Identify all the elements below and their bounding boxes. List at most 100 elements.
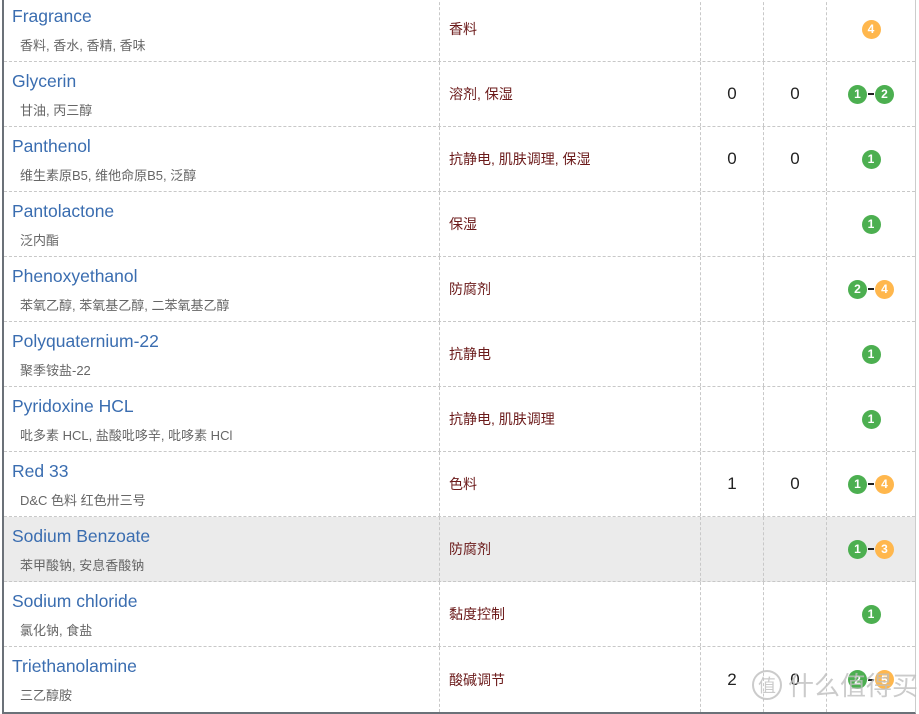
ingredient-cell: Polyquaternium-22 聚季铵盐-22	[4, 322, 440, 386]
value-cell-1: 1	[701, 452, 764, 516]
rating-badge: 2	[848, 279, 867, 299]
safety-rating-cell: 4	[827, 0, 915, 61]
function-text: 防腐剂	[449, 281, 491, 297]
ingredient-name-link[interactable]: Sodium chloride	[12, 591, 439, 612]
function-text: 保湿	[449, 216, 477, 232]
ingredient-aliases: 苯氧乙醇, 苯氧基乙醇, 二苯氧基乙醇	[20, 298, 230, 313]
ingredient-aliases: 吡多素 HCL, 盐酸吡哆辛, 吡哆素 HCl	[20, 428, 233, 443]
watermark: 值 什么值得买	[752, 666, 918, 703]
value-cell-2: 0	[764, 62, 827, 126]
value-cell-2: 0	[764, 127, 827, 191]
safety-rating-cell: 1	[827, 582, 915, 646]
ingredient-cell: Triethanolamine 三乙醇胺	[4, 647, 440, 712]
rating-badge: 1	[848, 84, 867, 104]
table-row: Sodium chloride 氯化钠, 食盐 黏度控制 1	[4, 582, 915, 647]
value-cell-1	[701, 582, 764, 646]
range-dash	[868, 288, 874, 290]
ingredient-cell: Sodium chloride 氯化钠, 食盐	[4, 582, 440, 646]
safety-rating-cell: 14	[827, 452, 915, 516]
function-cell: 防腐剂	[440, 517, 701, 581]
value-cell-1	[701, 387, 764, 451]
function-cell: 抗静电, 肌肤调理	[440, 387, 701, 451]
value-2: 0	[790, 474, 800, 493]
table-row: Pantolactone 泛内酯 保湿 1	[4, 192, 915, 257]
rating-badge: 1	[848, 539, 867, 559]
watermark-text: 什么值得买	[788, 671, 919, 701]
ingredient-cell: Pantolactone 泛内酯	[4, 192, 440, 256]
value-2: 0	[790, 149, 800, 168]
ingredient-aliases: 维生素原B5, 维他命原B5, 泛醇	[20, 168, 197, 183]
ingredient-name-link[interactable]: Glycerin	[12, 71, 439, 92]
function-cell: 保湿	[440, 192, 701, 256]
table-row: Panthenol 维生素原B5, 维他命原B5, 泛醇 抗静电, 肌肤调理, …	[4, 127, 915, 192]
value-cell-2	[764, 192, 827, 256]
table-row: Glycerin 甘油, 丙三醇 溶剂, 保湿 0 0 12	[4, 62, 915, 127]
ingredient-aliases: 苯甲酸钠, 安息香酸钠	[20, 558, 145, 573]
function-cell: 防腐剂	[440, 257, 701, 321]
value-cell-2: 0	[764, 452, 827, 516]
value-cell-1	[701, 257, 764, 321]
ingredient-name-link[interactable]: Phenoxyethanol	[12, 266, 439, 287]
value-cell-1	[701, 322, 764, 386]
ingredients-table: Fragrance 香料, 香水, 香精, 香味 香料 4 Glycerin 甘…	[2, 0, 916, 714]
function-cell: 酸碱调节	[440, 647, 701, 712]
ingredient-cell: Sodium Benzoate 苯甲酸钠, 安息香酸钠	[4, 517, 440, 581]
range-dash	[868, 483, 874, 485]
value-1: 0	[727, 149, 737, 168]
ingredient-name-link[interactable]: Pyridoxine HCL	[12, 396, 439, 417]
rating-badge: 2	[875, 84, 894, 104]
value-cell-2	[764, 517, 827, 581]
watermark-logo: 值	[752, 669, 782, 700]
ingredient-cell: Fragrance 香料, 香水, 香精, 香味	[4, 0, 440, 61]
ingredient-name-link[interactable]: Triethanolamine	[12, 656, 439, 677]
ingredient-cell: Panthenol 维生素原B5, 维他命原B5, 泛醇	[4, 127, 440, 191]
rating-badge: 1	[861, 344, 881, 364]
value-1: 1	[727, 474, 737, 493]
safety-rating-cell: 1	[827, 192, 915, 256]
function-text: 溶剂, 保湿	[449, 86, 513, 102]
value-cell-2	[764, 582, 827, 646]
ingredient-name-link[interactable]: Panthenol	[12, 136, 439, 157]
ingredient-name-link[interactable]: Sodium Benzoate	[12, 526, 439, 547]
rating-badge: 4	[875, 279, 894, 299]
function-text: 酸碱调节	[449, 671, 505, 688]
ingredient-name-link[interactable]: Fragrance	[12, 6, 439, 27]
ingredient-cell: Phenoxyethanol 苯氧乙醇, 苯氧基乙醇, 二苯氧基乙醇	[4, 257, 440, 321]
rating-badge: 1	[861, 149, 881, 169]
rating-badge: 1	[861, 604, 881, 624]
safety-rating-cell: 13	[827, 517, 915, 581]
range-dash	[868, 548, 874, 550]
value-cell-2	[764, 387, 827, 451]
ingredient-aliases: 泛内酯	[20, 233, 60, 248]
function-text: 抗静电, 肌肤调理, 保湿	[449, 151, 591, 167]
function-text: 抗静电	[449, 346, 491, 362]
function-text: 抗静电, 肌肤调理	[449, 411, 555, 427]
table-row: Sodium Benzoate 苯甲酸钠, 安息香酸钠 防腐剂 13	[4, 517, 915, 582]
ingredient-aliases: 香料, 香水, 香精, 香味	[20, 38, 146, 53]
ingredient-name-link[interactable]: Pantolactone	[12, 201, 439, 222]
ingredient-cell: Pyridoxine HCL 吡多素 HCL, 盐酸吡哆辛, 吡哆素 HCl	[4, 387, 440, 451]
safety-rating-cell: 1	[827, 127, 915, 191]
ingredient-aliases: 甘油, 丙三醇	[20, 103, 93, 118]
table-row: Pyridoxine HCL 吡多素 HCL, 盐酸吡哆辛, 吡哆素 HCl 抗…	[4, 387, 915, 452]
safety-rating-cell: 1	[827, 322, 915, 386]
function-cell: 抗静电	[440, 322, 701, 386]
ingredient-aliases: 三乙醇胺	[20, 688, 73, 703]
safety-rating-cell: 12	[827, 62, 915, 126]
table-row: Fragrance 香料, 香水, 香精, 香味 香料 4	[4, 0, 915, 62]
value-2: 0	[790, 84, 800, 103]
function-text: 黏度控制	[449, 606, 505, 622]
function-text: 防腐剂	[449, 541, 491, 557]
ingredient-name-link[interactable]: Red 33	[12, 461, 439, 482]
ingredient-cell: Glycerin 甘油, 丙三醇	[4, 62, 440, 126]
function-cell: 溶剂, 保湿	[440, 62, 701, 126]
ingredient-name-link[interactable]: Polyquaternium-22	[12, 331, 439, 352]
value-cell-1	[701, 0, 764, 61]
table-row: Polyquaternium-22 聚季铵盐-22 抗静电 1	[4, 322, 915, 387]
value-cell-1	[701, 192, 764, 256]
value-cell-1: 0	[701, 62, 764, 126]
range-dash	[868, 93, 874, 95]
rating-badge: 4	[875, 474, 894, 494]
rating-badge: 1	[861, 214, 881, 234]
value-cell-1: 0	[701, 127, 764, 191]
